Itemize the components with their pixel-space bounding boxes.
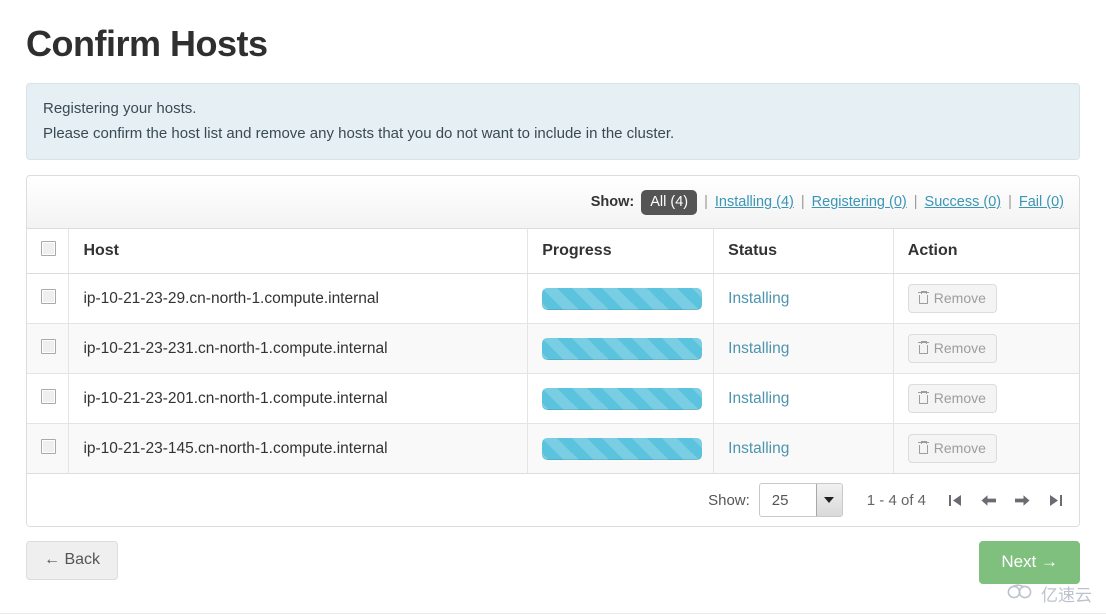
page-size-value: 25 <box>771 491 789 509</box>
info-alert: Registering your hosts. Please confirm t… <box>26 83 1080 160</box>
row-progress-cell <box>527 273 715 324</box>
back-button[interactable]: ← Back <box>26 541 119 580</box>
row-status-cell: Installing <box>713 323 894 374</box>
status-badge: Installing <box>728 439 790 457</box>
hosts-table-head: Host Progress Status Action <box>27 229 1079 274</box>
trash-icon <box>917 391 929 404</box>
row-host-cell: ip-10-21-23-201.cn-north-1.compute.inter… <box>68 373 529 424</box>
status-badge: Installing <box>728 339 790 357</box>
table-row: ip-10-21-23-201.cn-north-1.compute.inter… <box>27 373 1079 424</box>
previous-page-icon[interactable] <box>980 493 997 508</box>
filter-separator-1: | <box>704 194 708 210</box>
select-all-checkbox[interactable] <box>41 241 56 256</box>
filter-fail[interactable]: Fail (0) <box>1019 194 1064 210</box>
remove-button-label: Remove <box>933 290 986 306</box>
table-row: ip-10-21-23-29.cn-north-1.compute.intern… <box>27 273 1079 324</box>
progress-bar-fill <box>542 287 703 310</box>
remove-button[interactable]: Remove <box>907 284 997 313</box>
status-filter-bar: Show: All (4) | Installing (4) | Registe… <box>27 176 1079 229</box>
next-button[interactable]: Next → <box>979 541 1080 584</box>
row-status-cell: Installing <box>713 273 894 324</box>
status-badge: Installing <box>728 289 790 307</box>
row-checkbox[interactable] <box>41 439 56 454</box>
header-host: Host <box>68 229 529 274</box>
filter-installing[interactable]: Installing (4) <box>715 194 794 210</box>
header-status: Status <box>713 229 894 274</box>
filter-success[interactable]: Success (0) <box>925 194 1002 210</box>
row-action-cell: Remove <box>893 373 1079 424</box>
filter-show-label: Show: <box>590 194 635 210</box>
pagination-range: 1 - 4 of 4 <box>866 491 926 509</box>
progress-bar-fill <box>542 387 703 410</box>
watermark: 亿速云 <box>1006 581 1092 606</box>
table-row: ip-10-21-23-231.cn-north-1.compute.inter… <box>27 323 1079 374</box>
row-action-cell: Remove <box>893 423 1079 474</box>
pagination-controls <box>948 493 1063 508</box>
table-row: ip-10-21-23-145.cn-north-1.compute.inter… <box>27 423 1079 474</box>
table-header-row: Host Progress Status Action <box>27 229 1079 274</box>
row-select-cell <box>27 323 70 374</box>
filter-separator-2: | <box>800 194 805 210</box>
remove-button-label: Remove <box>933 440 986 456</box>
remove-button[interactable]: Remove <box>907 334 997 363</box>
remove-button[interactable]: Remove <box>907 384 997 413</box>
row-progress-cell <box>527 373 715 424</box>
alert-line-2: Please confirm the host list and remove … <box>43 125 675 142</box>
progress-bar <box>542 287 703 310</box>
remove-button-label: Remove <box>933 340 986 356</box>
hosts-panel: Show: All (4) | Installing (4) | Registe… <box>26 175 1080 527</box>
chevron-down-icon <box>815 484 842 516</box>
select-all-header <box>27 229 70 274</box>
trash-icon <box>917 441 929 454</box>
row-select-cell <box>27 273 70 324</box>
row-checkbox[interactable] <box>41 389 56 404</box>
row-host-cell: ip-10-21-23-231.cn-north-1.compute.inter… <box>68 323 529 374</box>
filter-separator-4: | <box>1008 194 1012 210</box>
status-badge: Installing <box>728 389 790 407</box>
alert-line-1: Registering your hosts. <box>43 100 197 117</box>
confirm-hosts-page: Confirm Hosts Registering your hosts. Pl… <box>0 0 1106 614</box>
row-status-cell: Installing <box>713 373 894 424</box>
row-progress-cell <box>527 423 715 474</box>
filter-separator-3: | <box>913 194 918 210</box>
row-host-cell: ip-10-21-23-145.cn-north-1.compute.inter… <box>68 423 529 474</box>
row-host-cell: ip-10-21-23-29.cn-north-1.compute.intern… <box>68 273 529 324</box>
remove-button[interactable]: Remove <box>907 434 997 463</box>
header-action: Action <box>893 229 1079 274</box>
row-status-cell: Installing <box>713 423 894 474</box>
progress-bar-fill <box>542 437 703 460</box>
row-progress-cell <box>527 323 715 374</box>
next-page-icon[interactable] <box>1014 493 1031 508</box>
hosts-table-body: ip-10-21-23-29.cn-north-1.compute.intern… <box>27 273 1079 474</box>
last-page-icon[interactable] <box>1048 493 1063 508</box>
row-checkbox[interactable] <box>41 289 56 304</box>
remove-button-label: Remove <box>933 390 986 406</box>
cloud-logo-icon <box>1006 583 1036 605</box>
first-page-icon[interactable] <box>948 493 963 508</box>
host-name: ip-10-21-23-145.cn-north-1.compute.inter… <box>83 439 388 457</box>
trash-icon <box>917 291 929 304</box>
filter-all[interactable]: All (4) <box>641 189 698 215</box>
filter-registering[interactable]: Registering (0) <box>812 194 907 210</box>
row-select-cell <box>27 373 70 424</box>
page-title: Confirm Hosts <box>26 23 268 64</box>
host-name: ip-10-21-23-201.cn-north-1.compute.inter… <box>83 389 388 407</box>
row-checkbox[interactable] <box>41 339 56 354</box>
trash-icon <box>917 341 929 354</box>
watermark-text: 亿速云 <box>1041 586 1092 605</box>
row-action-cell: Remove <box>893 323 1079 374</box>
table-footer: Show: 25 1 - 4 of 4 <box>27 474 1079 526</box>
row-select-cell <box>27 423 70 474</box>
progress-bar <box>542 387 703 410</box>
progress-bar <box>542 337 703 360</box>
hosts-table: Host Progress Status Action ip-10-21-23-… <box>27 229 1079 474</box>
progress-bar <box>542 437 703 460</box>
row-action-cell: Remove <box>893 273 1079 324</box>
header-progress: Progress <box>527 229 715 274</box>
page-size-label: Show: <box>708 491 750 509</box>
progress-bar-fill <box>542 337 703 360</box>
host-name: ip-10-21-23-231.cn-north-1.compute.inter… <box>83 339 388 357</box>
host-name: ip-10-21-23-29.cn-north-1.compute.intern… <box>83 289 379 307</box>
page-size-select[interactable]: 25 <box>758 483 843 517</box>
